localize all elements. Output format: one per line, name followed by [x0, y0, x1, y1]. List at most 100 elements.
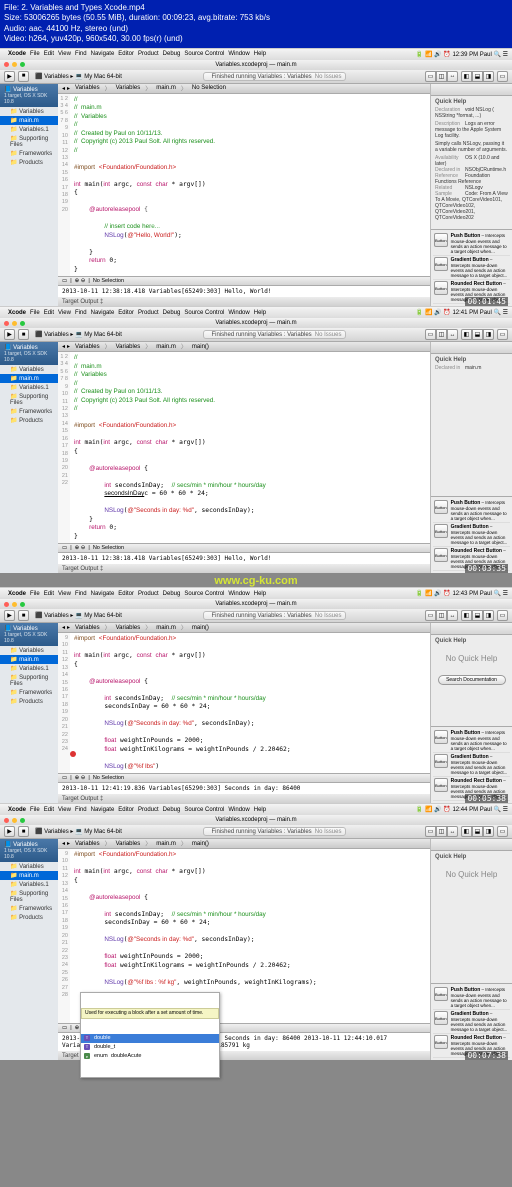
object-library-item[interactable]: Button Gradient Button – Intercepts mous… — [433, 1010, 510, 1034]
breadcrumb-segment[interactable]: main() — [189, 625, 212, 631]
menu-item[interactable]: Editor — [118, 51, 134, 57]
sidebar-item[interactable]: 📁 Products — [0, 913, 58, 922]
sidebar-item[interactable]: 📁 main.m — [0, 655, 58, 664]
back-icon[interactable]: ◂ — [62, 343, 65, 350]
app-menu[interactable]: Xcode — [8, 51, 26, 57]
project-header[interactable]: 📘 Variables1 target, OS X SDK 10.8 — [0, 839, 58, 862]
menu-item[interactable]: Window — [228, 807, 249, 813]
menu-item[interactable]: Editor — [118, 591, 134, 597]
stop-button[interactable]: ■ — [18, 826, 29, 837]
editor-version-icon[interactable]: ↔ — [447, 329, 458, 340]
stop-button[interactable]: ■ — [18, 71, 29, 82]
view-navigator-icon[interactable]: ◧ — [461, 610, 472, 621]
editor-assistant-icon[interactable]: ◫ — [436, 826, 447, 837]
fwd-icon[interactable]: ▸ — [67, 85, 70, 92]
editor-version-icon[interactable]: ↔ — [447, 610, 458, 621]
variables-view-toggle-icon[interactable]: ▭ — [62, 545, 67, 551]
menu-item[interactable]: View — [58, 807, 71, 813]
project-header[interactable]: 📘 Variables1 target, OS X SDK 10.8 — [0, 342, 58, 365]
breadcrumb-segment[interactable]: main.m — [153, 85, 179, 91]
menu-item[interactable]: Debug — [163, 51, 181, 57]
menu-item[interactable]: Help — [254, 807, 266, 813]
breadcrumb-segment[interactable]: main() — [189, 841, 212, 847]
view-utilities-icon[interactable]: ◨ — [483, 826, 494, 837]
stop-button[interactable]: ■ — [18, 329, 29, 340]
menu-item[interactable]: Window — [228, 51, 249, 57]
debug-console[interactable]: 2013-10-11 12:41:19.836 Variables[65290:… — [58, 782, 430, 794]
code-editor[interactable]: #import <Foundation/Foundation.h> int ma… — [70, 849, 430, 1023]
object-library-item[interactable]: Button Gradient Button – Intercepts mous… — [433, 753, 510, 777]
object-library-item[interactable]: Button Push Button – Intercepts mouse-do… — [433, 986, 510, 1010]
menu-item[interactable]: Product — [138, 51, 159, 57]
console-filter[interactable]: ⊕ ⊖ — [75, 278, 86, 284]
menu-item[interactable]: Product — [138, 310, 159, 316]
view-utilities-icon[interactable]: ◨ — [483, 71, 494, 82]
zoom-icon[interactable] — [20, 321, 25, 326]
sidebar-item[interactable]: 📁 Supporting Files — [0, 673, 58, 688]
console-filter[interactable]: ⊕ ⊖ — [75, 545, 86, 551]
breadcrumb-segment[interactable]: Variables — [72, 841, 103, 847]
sidebar-item[interactable]: 📁 Products — [0, 697, 58, 706]
close-icon[interactable] — [4, 818, 9, 823]
menu-item[interactable]: Debug — [163, 807, 181, 813]
breadcrumb-segment[interactable]: Variables — [72, 344, 103, 350]
variables-view-toggle-icon[interactable]: ▭ — [62, 775, 67, 781]
variables-view-toggle-icon[interactable]: ▭ — [62, 278, 67, 284]
sidebar-item[interactable]: 📁 Supporting Files — [0, 889, 58, 904]
scheme-selector[interactable]: ⬛ Variables ▸ 💻 My Mac 64-bit — [32, 612, 125, 619]
editor-assistant-icon[interactable]: ◫ — [436, 329, 447, 340]
autocomplete-row[interactable]: eenum doubleAcute — [81, 1052, 219, 1061]
sidebar-item[interactable]: 📁 Products — [0, 158, 58, 167]
sidebar-item[interactable]: 📁 Frameworks — [0, 407, 58, 416]
breadcrumb-segment[interactable]: main.m — [153, 625, 179, 631]
close-icon[interactable] — [4, 321, 9, 326]
minimize-icon[interactable] — [12, 62, 17, 67]
back-icon[interactable]: ◂ — [62, 840, 65, 847]
scheme-selector[interactable]: ⬛ Variables ▸ 💻 My Mac 64-bit — [32, 828, 125, 835]
run-button[interactable]: ▶ — [4, 329, 15, 340]
breadcrumb-segment[interactable]: Variables — [72, 625, 103, 631]
app-menu[interactable]: Xcode — [8, 807, 26, 813]
autocomplete-row[interactable]: Tdouble_t — [81, 1043, 219, 1052]
sidebar-item[interactable]: 📁 Products — [0, 416, 58, 425]
menu-item[interactable]: Edit — [44, 310, 54, 316]
zoom-icon[interactable] — [20, 818, 25, 823]
minimize-icon[interactable] — [12, 818, 17, 823]
menu-item[interactable]: Product — [138, 591, 159, 597]
minimize-icon[interactable] — [12, 602, 17, 607]
inspector-tabs[interactable] — [431, 342, 512, 354]
debug-console[interactable]: 2013-10-11 12:38:18.418 Variables[65249:… — [58, 285, 430, 297]
inspector-tabs[interactable] — [431, 839, 512, 851]
sidebar-item[interactable]: 📁 Variables.1 — [0, 664, 58, 673]
view-navigator-icon[interactable]: ◧ — [461, 329, 472, 340]
sidebar-item[interactable]: 📁 Frameworks — [0, 149, 58, 158]
menu-item[interactable]: View — [58, 51, 71, 57]
menu-item[interactable]: Edit — [44, 807, 54, 813]
sidebar-item[interactable]: 📁 Variables — [0, 107, 58, 116]
autocomplete-row[interactable]: Tdouble — [81, 1034, 219, 1043]
object-library-item[interactable]: Button Gradient Button – Intercepts mous… — [433, 523, 510, 547]
scheme-selector[interactable]: ⬛ Variables ▸ 💻 My Mac 64-bit — [32, 331, 125, 338]
fwd-icon[interactable]: ▸ — [67, 624, 70, 631]
zoom-icon[interactable] — [20, 602, 25, 607]
breadcrumb-segment[interactable]: Variables — [113, 625, 144, 631]
code-editor[interactable]: // // main.m // Variables // // Created … — [70, 94, 430, 277]
breadcrumb-segment[interactable]: Variables — [113, 85, 144, 91]
scheme-selector[interactable]: ⬛ Variables ▸ 💻 My Mac 64-bit — [32, 73, 125, 80]
view-utilities-icon[interactable]: ◨ — [483, 610, 494, 621]
breadcrumb-segment[interactable]: Variables — [113, 841, 144, 847]
editor-version-icon[interactable]: ↔ — [447, 826, 458, 837]
menu-item[interactable]: Find — [75, 807, 87, 813]
organizer-icon[interactable]: ▭ — [497, 826, 508, 837]
code-editor[interactable]: // // main.m // Variables // // Created … — [70, 352, 430, 543]
menu-item[interactable]: Find — [75, 310, 87, 316]
fwd-icon[interactable]: ▸ — [67, 343, 70, 350]
menu-item[interactable]: Window — [228, 591, 249, 597]
app-menu[interactable]: Xcode — [8, 591, 26, 597]
view-utilities-icon[interactable]: ◨ — [483, 329, 494, 340]
menu-item[interactable]: Help — [254, 310, 266, 316]
editor-assistant-icon[interactable]: ◫ — [436, 610, 447, 621]
sidebar-item[interactable]: 📁 main.m — [0, 374, 58, 383]
editor-version-icon[interactable]: ↔ — [447, 71, 458, 82]
sidebar-item[interactable]: 📁 main.m — [0, 871, 58, 880]
